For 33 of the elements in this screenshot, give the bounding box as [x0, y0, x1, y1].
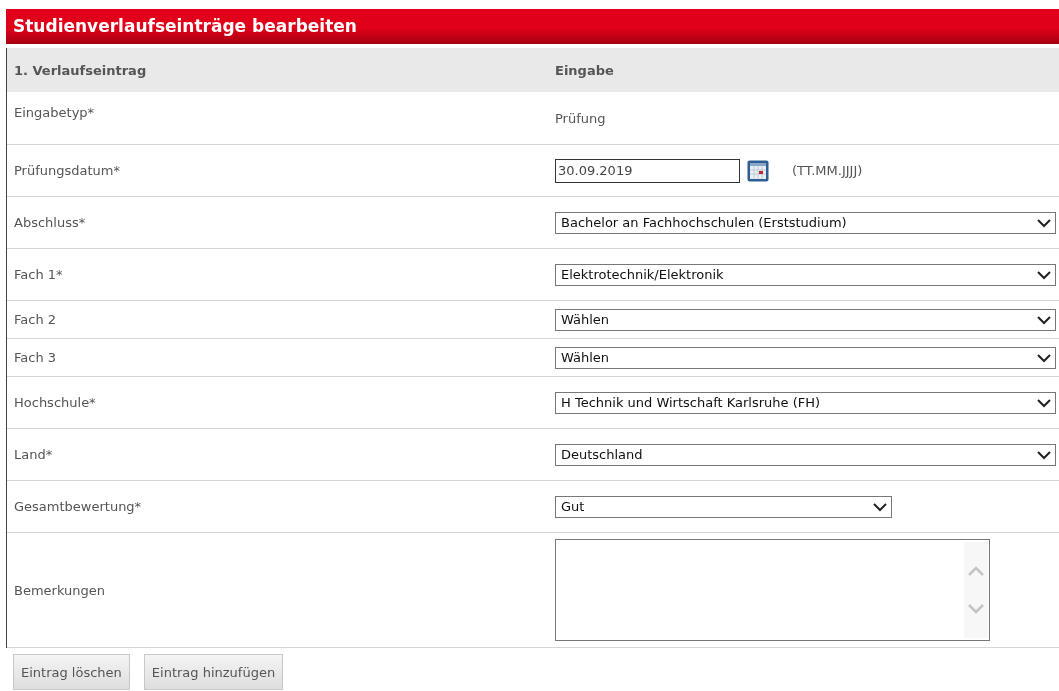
- column-header: 1. Verlaufseintrag: [13, 62, 148, 78]
- chevron-down-icon: [873, 501, 887, 512]
- dropdown[interactable]: H Technik und Wirtschaft Karlsruhe (FH): [555, 391, 1056, 414]
- format-hint: (TT.MM.JJJJ): [792, 163, 863, 178]
- field-label: Hochschule*: [14, 395, 96, 410]
- chevron-down-icon: [1037, 217, 1051, 228]
- dropdown[interactable]: Wählen: [555, 308, 1056, 331]
- chevron-down-icon: [1037, 449, 1051, 460]
- field-label: Gesamtbewertung*: [14, 499, 142, 514]
- field-label: Fach 3: [14, 350, 57, 365]
- calendar-icon[interactable]: [747, 159, 769, 182]
- field-label: Fach 1*: [14, 267, 63, 282]
- field-label: Bemerkungen: [14, 582, 106, 598]
- chevron-down-icon: [1037, 352, 1051, 363]
- field-label: Fach 2: [14, 312, 57, 327]
- action-button[interactable]: Eintrag löschen: [13, 654, 130, 690]
- dropdown[interactable]: Elektrotechnik/Elektronik: [555, 263, 1056, 286]
- field-label: Land*: [14, 447, 53, 462]
- field-label: Prüfungsdatum*: [14, 163, 120, 178]
- column-header: Eingabe: [555, 62, 614, 78]
- dropdown[interactable]: Gut: [555, 495, 892, 518]
- dropdown[interactable]: Bachelor an Fachhochschulen (Erststudium): [555, 211, 1056, 234]
- dropdown[interactable]: Wählen: [555, 346, 1056, 369]
- field-value: Prüfung: [555, 110, 606, 126]
- dropdown[interactable]: Deutschland: [555, 443, 1056, 466]
- date-field[interactable]: 30.09.2019: [555, 158, 740, 183]
- chevron-down-icon: [1037, 314, 1051, 325]
- chevron-down-icon: [1037, 269, 1051, 280]
- chevron-down-icon: [1037, 397, 1051, 408]
- field-label: Eingabetyp*: [14, 105, 95, 120]
- field-label: Abschluss*: [14, 215, 86, 230]
- page-title: Studienverlaufseinträge bearbeiten: [6, 9, 1059, 44]
- action-button[interactable]: Eintrag hinzufügen: [143, 654, 284, 690]
